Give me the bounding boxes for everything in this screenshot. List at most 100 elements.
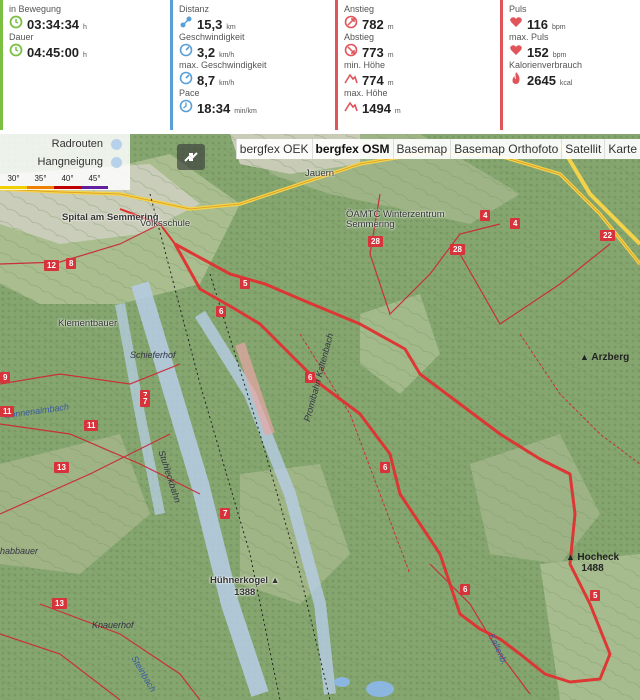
stat-col4-0: Puls 116 bpm [509, 4, 640, 32]
habbauer-label: habbauer [0, 546, 39, 556]
slope-scale: 30° 35° 40° 45° [0, 174, 108, 190]
layer-tab-5[interactable]: Karte [604, 139, 640, 159]
stat-unit: m [387, 80, 394, 87]
map-legend: Radrouten Hangneigung 30° 35° 40° 45° [0, 134, 130, 190]
layer-tab-2[interactable]: Basemap [392, 139, 451, 159]
route-number-badge: 7 [220, 508, 231, 519]
route-number-badge: 28 [368, 236, 383, 247]
stat-label: in Bewegung [9, 4, 62, 14]
huehnerkogel-label: Hühnerkogel ▲ 1388 [210, 575, 280, 598]
slope-color-bar [54, 186, 81, 189]
flame-icon [509, 71, 527, 90]
layer-tab-1[interactable]: bergfex OSM [311, 139, 393, 159]
legend-hangneigung[interactable]: Hangneigung [38, 156, 122, 168]
hocheck-label: ▲ Hocheck 1488 [566, 552, 620, 574]
route-number-badge: 5 [240, 278, 251, 289]
route-number-badge: 4 [480, 210, 491, 221]
oeamtc-label: ÖAMTC Winterzentrum Semmering [346, 209, 445, 230]
stat-col2-0: Distanz 15,3 km [179, 4, 330, 32]
stat-col1-1: Dauer 04:45:00 h [9, 32, 160, 60]
clock-icon [9, 43, 27, 62]
stats-column-health: Puls 116 bpm max. Puls 152 bpm Kalorienv… [500, 0, 640, 130]
jauern-label: Jauern [305, 168, 335, 179]
stat-value: 152 [527, 45, 549, 60]
stat-col3-0: Anstieg 782 m [344, 4, 495, 32]
stat-unit: m [394, 108, 401, 115]
stat-col4-1: max. Puls 152 bpm [509, 32, 640, 60]
stat-label: Distanz [179, 4, 210, 14]
route-number-badge: 28 [450, 244, 465, 255]
stat-unit: min/km [234, 108, 257, 115]
stat-label: max. Puls [509, 32, 549, 42]
stat-value: 116 [527, 17, 548, 32]
route-number-badge: 4 [510, 218, 521, 229]
slope-color-bar [27, 186, 54, 189]
stat-unit: bpm [552, 52, 567, 59]
route-number-badge: 6 [216, 306, 227, 317]
stat-label: Anstieg [344, 4, 375, 14]
stat-unit: km/h [219, 80, 235, 87]
slope-label: 45° [88, 174, 101, 183]
stat-value: 03:34:34 [27, 17, 80, 32]
layer-tab-0[interactable]: bergfex OEK [235, 139, 312, 159]
stat-value: 04:45:00 [27, 45, 80, 60]
stat-label: Dauer [9, 32, 34, 42]
pace-icon [179, 99, 197, 118]
stat-value: 1494 [362, 101, 391, 116]
route-number-badge: 11 [84, 420, 99, 431]
legend-radrouten[interactable]: Radrouten [52, 138, 122, 150]
route-number-badge: 13 [54, 462, 69, 473]
knauerhof-label: Knauerhof [92, 620, 134, 630]
stat-col2-3: Pace 18:34 min/km [179, 88, 330, 116]
map-view[interactable]: Radrouten Hangneigung 30° 35° 40° 45° bergf… [0, 134, 640, 700]
stat-col3-3: max. Höhe 1494 m [344, 88, 495, 116]
stat-label: Kalorienverbrauch [509, 60, 583, 70]
route-number-badge: 12 [44, 260, 59, 271]
stat-col4-2: Kalorienverbrauch 2645 kcal [509, 60, 640, 88]
stat-label: min. Höhe [344, 60, 386, 70]
stat-col1-0: in Bewegung 03:34:34 h [9, 4, 160, 32]
stat-col3-2: min. Höhe 774 m [344, 60, 495, 88]
stat-value: 2645 [527, 73, 556, 88]
stats-column-elevation: Anstieg 782 m Abstieg 773 m min. Höhe 77… [335, 0, 495, 130]
stat-unit: h [83, 24, 87, 31]
route-number-badge: 6 [380, 462, 391, 473]
mountain-icon [344, 99, 362, 118]
schieferhof-label: Schieferhof [130, 350, 176, 360]
slope-color-bar [81, 186, 108, 189]
stat-col2-2: max. Geschwindigkeit 8,7 km/h [179, 60, 330, 88]
route-number-badge: 7 [140, 396, 151, 407]
stat-value: 18:34 [197, 101, 231, 116]
route-number-badge: 6 [305, 372, 316, 383]
slope-label: 30° [7, 174, 20, 183]
slope-color-bar [0, 186, 27, 189]
slope-label: 40° [61, 174, 74, 183]
stat-value: 774 [362, 73, 384, 88]
route-number-badge: 13 [52, 598, 67, 609]
stat-label: max. Höhe [344, 88, 388, 98]
route-number-badge: 9 [0, 372, 11, 383]
expand-icon [184, 152, 198, 162]
fullscreen-button[interactable] [177, 144, 205, 170]
radrouten-toggle-icon[interactable] [111, 138, 122, 150]
stat-col2-1: Geschwindigkeit 3,2 km/h [179, 32, 330, 60]
route-number-badge: 5 [590, 590, 601, 601]
stat-value: 773 [362, 45, 384, 60]
stat-value: 15,3 [197, 17, 223, 32]
route-number-badge: 8 [66, 258, 77, 269]
slope-label: 35° [34, 174, 47, 183]
arzberg-label: ▲ Arzberg [580, 352, 630, 363]
hangneigung-toggle-icon[interactable] [111, 156, 122, 168]
route-number-badge: 6 [460, 584, 471, 595]
stat-unit: kcal [559, 80, 573, 87]
stat-label: Puls [509, 4, 527, 14]
stat-unit: m [387, 52, 394, 59]
stat-label: Pace [179, 88, 200, 98]
stats-column-time: in Bewegung 03:34:34 h Dauer 04:45:00 h [0, 0, 160, 130]
stat-value: 782 [362, 17, 384, 32]
layer-tab-3[interactable]: Basemap Orthofoto [450, 139, 561, 159]
stat-unit: h [83, 52, 87, 59]
layer-tab-4[interactable]: Satellit [561, 139, 604, 159]
stat-label: Abstieg [344, 32, 375, 42]
route-number-badge: 11 [0, 406, 15, 417]
